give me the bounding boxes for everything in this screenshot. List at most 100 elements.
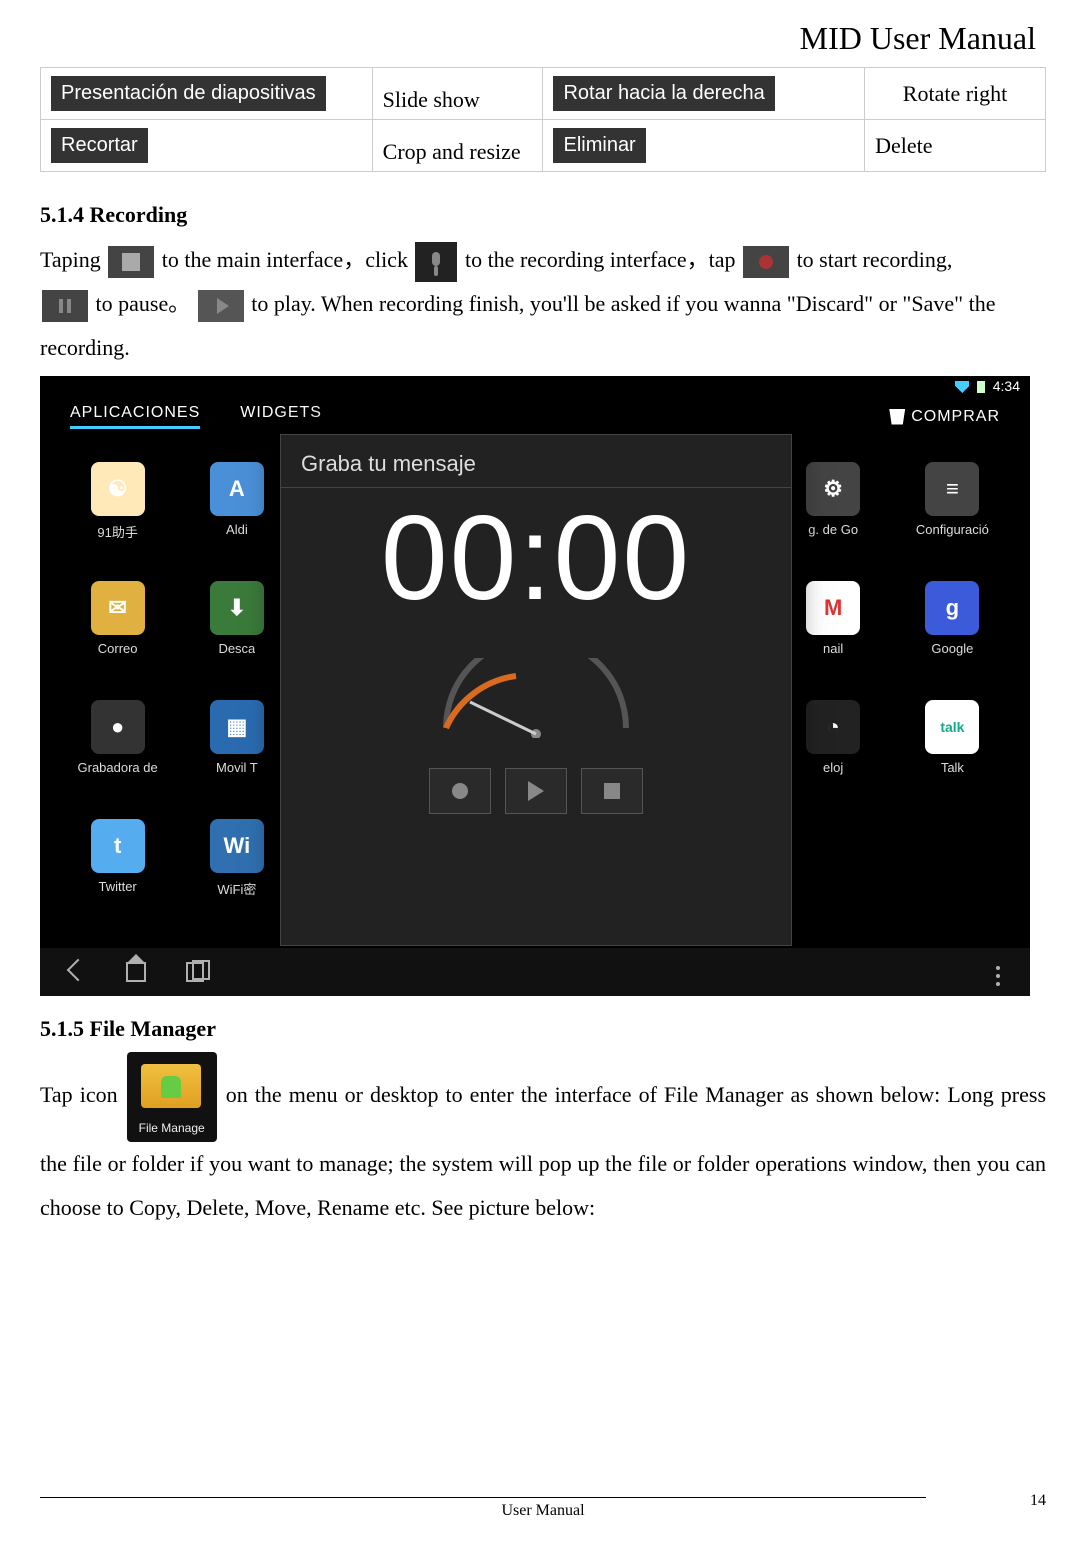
app-glyph-icon: t — [91, 819, 145, 873]
app-glyph-icon — [925, 819, 979, 873]
app-glyph-icon: ⚙ — [806, 462, 860, 516]
crop-label: Crop and resize — [372, 120, 543, 172]
app-glyph-icon: Wi — [210, 819, 264, 873]
app-label: Google — [931, 641, 973, 656]
wifi-icon — [955, 381, 969, 393]
play-triangle-icon — [528, 781, 544, 801]
app-icon[interactable]: talk Talk — [895, 700, 1010, 811]
text-frag: to pause。 — [96, 291, 191, 316]
footer-center: User Manual — [501, 1502, 584, 1519]
delete-button: Eliminar — [553, 128, 645, 163]
section-515-text: Tap icon File Manage on the menu or desk… — [40, 1052, 1046, 1230]
android-icon — [161, 1076, 181, 1098]
rotate-right-button: Rotar hacia la derecha — [553, 76, 774, 111]
app-glyph-icon: ◔ — [806, 700, 860, 754]
nav-recent-icon[interactable] — [186, 962, 204, 982]
text-frag: Taping — [40, 247, 101, 272]
app-icon[interactable]: ◔ eloj — [776, 700, 891, 811]
app-drawer-topbar: APLICACIONES WIDGETS COMPRAR — [40, 404, 1030, 429]
app-glyph-icon: ✉ — [91, 581, 145, 635]
section-514-text: Taping to the main interface，click to th… — [40, 238, 1046, 370]
text-frag: Tap icon — [40, 1082, 118, 1107]
app-label: Desca — [218, 641, 255, 656]
text-frag: to start recording, — [797, 247, 953, 272]
app-label: nail — [823, 641, 843, 656]
circle-icon — [452, 783, 468, 799]
app-glyph-icon: ≡ — [925, 462, 979, 516]
app-icon[interactable]: ☯ 91助手 — [60, 462, 175, 573]
app-label: 91助手 — [97, 522, 137, 541]
file-manager-app-icon: File Manage — [127, 1052, 217, 1142]
app-icon[interactable]: Wi WiFi密 — [179, 819, 294, 930]
recorder-screenshot: 4:34 APLICACIONES WIDGETS COMPRAR ☯ 91助手 A… — [40, 376, 1030, 996]
file-manager-label: File Manage — [127, 1116, 217, 1140]
app-label: Grabadora de — [78, 760, 158, 775]
app-icon[interactable]: ● Grabadora de — [60, 700, 175, 811]
nav-menu-icon[interactable] — [996, 974, 1000, 978]
app-icon[interactable]: ✉ Correo — [60, 581, 175, 692]
app-icon — [776, 819, 891, 930]
recorder-play-button[interactable] — [505, 768, 567, 814]
shop-link[interactable]: COMPRAR — [889, 404, 1000, 429]
shop-icon — [889, 409, 905, 425]
tab-apps[interactable]: APLICACIONES — [70, 404, 200, 429]
app-icon[interactable]: Mnail — [776, 581, 891, 692]
record-icon — [743, 246, 789, 278]
tab-widgets[interactable]: WIDGETS — [240, 404, 322, 429]
app-label: Configuració — [916, 522, 989, 537]
rotate-right-label: Rotate right — [865, 68, 1046, 120]
recorder-record-button[interactable] — [429, 768, 491, 814]
app-label: Aldi — [226, 522, 248, 537]
page-footer: User Manual 14 — [40, 1497, 1046, 1520]
app-glyph-icon: ● — [91, 700, 145, 754]
slideshow-label: Slide show — [372, 68, 543, 120]
gallery-actions-table: Presentación de diapositivas Slide show … — [40, 67, 1046, 172]
recorder-app-icon — [415, 242, 457, 282]
pause-icon — [42, 290, 88, 322]
status-bar: 4:34 — [955, 378, 1020, 394]
slideshow-button: Presentación de diapositivas — [51, 76, 326, 111]
app-glyph-icon: talk — [925, 700, 979, 754]
app-label: eloj — [823, 760, 843, 775]
app-icon[interactable]: ⬇Desca — [179, 581, 294, 692]
system-navbar — [40, 948, 1030, 996]
delete-label: Delete — [865, 120, 1046, 172]
app-glyph-icon: ▦ — [210, 700, 264, 754]
app-glyph-icon: g — [925, 581, 979, 635]
app-glyph-icon — [806, 819, 860, 873]
section-514-heading: 5.1.4 Recording — [40, 202, 1046, 228]
nav-back-icon[interactable] — [67, 959, 90, 982]
app-label: WiFi密 — [217, 879, 256, 898]
recorder-stop-button[interactable] — [581, 768, 643, 814]
app-label: Talk — [941, 760, 964, 775]
battery-icon — [977, 381, 985, 393]
page-number: 14 — [1030, 1492, 1046, 1510]
app-icon[interactable]: t Twitter — [60, 819, 175, 930]
play-icon — [198, 290, 244, 322]
app-icon[interactable]: ≡ Configuració — [895, 462, 1010, 573]
shop-label: COMPRAR — [911, 408, 1000, 426]
recorder-timer: 00:00 — [281, 498, 791, 618]
app-icon[interactable]: A Aldi — [179, 462, 294, 573]
crop-button: Recortar — [51, 128, 148, 163]
page-header-title: MID User Manual — [40, 20, 1046, 57]
text-frag: to the recording interface，tap — [465, 247, 736, 272]
nav-home-icon[interactable] — [126, 962, 146, 982]
apps-grid-icon — [108, 246, 154, 278]
app-label: Correo — [98, 641, 138, 656]
status-time: 4:34 — [993, 378, 1020, 394]
app-icon — [895, 819, 1010, 930]
app-label: g. de Go — [808, 522, 858, 537]
recorder-vu-meter — [426, 658, 646, 738]
stop-square-icon — [604, 783, 620, 799]
app-icon[interactable]: g Google — [895, 581, 1010, 692]
app-glyph-icon: M — [806, 581, 860, 635]
app-icon[interactable]: ⚙ g. de Go — [776, 462, 891, 573]
app-icon[interactable]: ▦Movil T — [179, 700, 294, 811]
app-glyph-icon: ☯ — [91, 462, 145, 516]
recorder-dialog-title: Graba tu mensaje — [281, 435, 791, 487]
recorder-dialog: Graba tu mensaje 00:00 — [280, 434, 792, 946]
section-515-heading: 5.1.5 File Manager — [40, 1016, 1046, 1042]
app-label: Twitter — [98, 879, 136, 894]
app-glyph-icon: A — [210, 462, 264, 516]
